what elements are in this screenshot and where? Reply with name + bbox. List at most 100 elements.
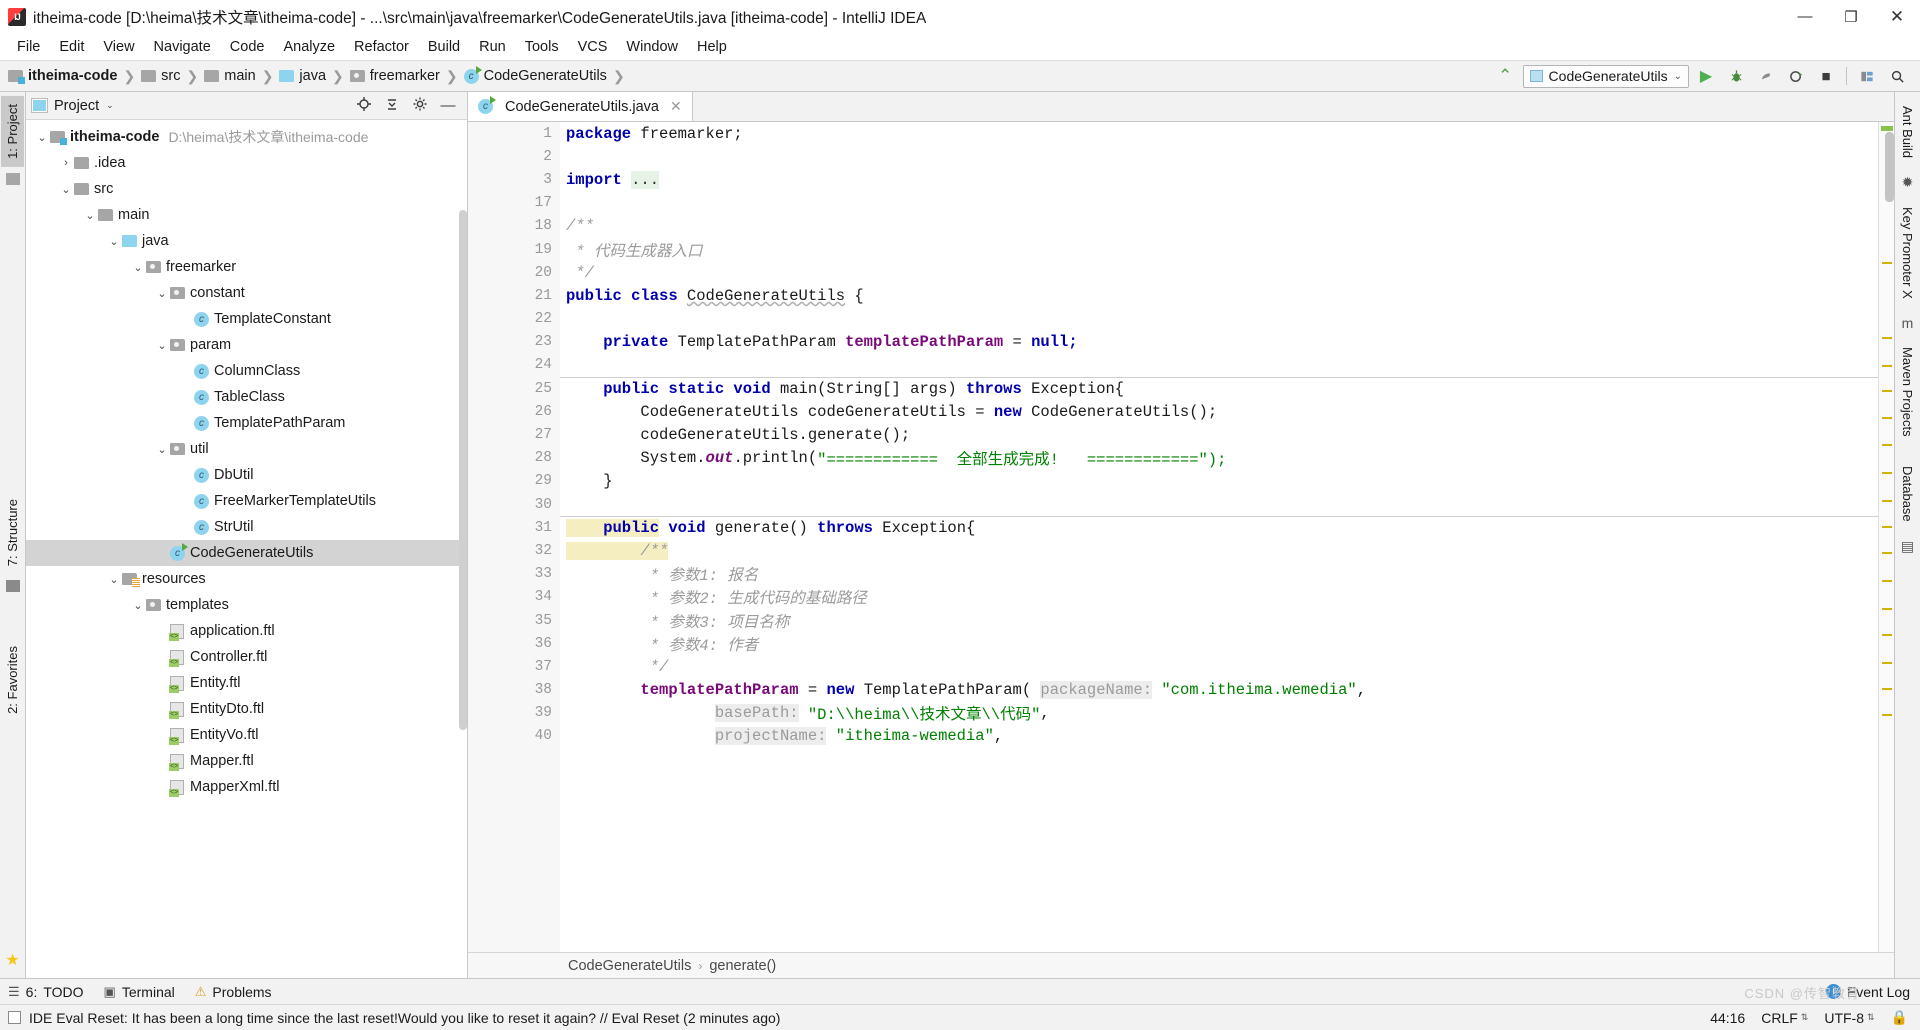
chevron-down-icon[interactable]: ⌄ bbox=[106, 100, 114, 111]
code-line[interactable]: public static void main(String[] args) t… bbox=[560, 377, 1878, 400]
tree-item--idea[interactable]: ›.idea bbox=[26, 150, 467, 176]
editor-breadcrumb-class[interactable]: CodeGenerateUtils bbox=[568, 958, 691, 974]
tool-window-terminal[interactable]: ▣ Terminal bbox=[104, 984, 175, 1000]
status-checkbox-icon[interactable] bbox=[8, 1011, 21, 1024]
code-line[interactable]: * 参数3: 项目名称 bbox=[560, 609, 1878, 632]
encoding-selector[interactable]: UTF-8 ⇅ bbox=[1824, 1010, 1874, 1026]
menu-help[interactable]: Help bbox=[688, 37, 736, 57]
tool-window-todo[interactable]: ☰ 6: TODO bbox=[8, 984, 84, 1000]
code-line[interactable]: basePath: "D:\\heima\\技术文章\\代码", bbox=[560, 702, 1878, 725]
menu-run[interactable]: Run bbox=[470, 37, 515, 57]
analysis-marker-bar[interactable] bbox=[1878, 122, 1894, 952]
project-folder-icon[interactable] bbox=[6, 173, 20, 185]
lock-icon[interactable]: 🔒 bbox=[1891, 1009, 1908, 1026]
chevron-down-icon[interactable]: ⌄ bbox=[106, 235, 122, 248]
editor-scrollbar[interactable] bbox=[1885, 132, 1894, 202]
code-line[interactable]: projectName: "itheima-wemedia", bbox=[560, 725, 1878, 748]
chevron-down-icon[interactable]: ⌄ bbox=[130, 261, 146, 274]
tree-item-resources[interactable]: ⌄resources bbox=[26, 566, 467, 592]
sidebar-item-maven-projects[interactable]: Maven Projects bbox=[1897, 339, 1918, 445]
code-line[interactable]: * 参数2: 生成代码的基础路径 bbox=[560, 586, 1878, 609]
chevron-down-icon[interactable]: ⌄ bbox=[106, 573, 122, 586]
chevron-down-icon[interactable]: ⌄ bbox=[82, 209, 98, 222]
tree-item-freemarkertemplateutils[interactable]: ·cFreeMarkerTemplateUtils bbox=[26, 488, 467, 514]
tree-item-templates[interactable]: ⌄templates bbox=[26, 592, 467, 618]
code-line[interactable]: /** bbox=[560, 539, 1878, 562]
sidebar-item-ant-build[interactable]: Ant Build bbox=[1897, 98, 1918, 166]
tree-item-templatepathparam[interactable]: ·cTemplatePathParam bbox=[26, 410, 467, 436]
code-editor[interactable]: 123+1718-1920⌐21▶22232425▶-26272829⌐3031… bbox=[468, 122, 1894, 952]
code-line[interactable]: * 参数4: 作者 bbox=[560, 632, 1878, 655]
tab-code-generate-utils[interactable]: c CodeGenerateUtils.java ✕ bbox=[468, 92, 693, 121]
code-line[interactable]: /** bbox=[560, 215, 1878, 238]
code-line[interactable] bbox=[560, 308, 1878, 331]
tree-item-tableclass[interactable]: ·cTableClass bbox=[26, 384, 467, 410]
code-line[interactable]: */ bbox=[560, 261, 1878, 284]
tree-item-application-ftl[interactable]: ·application.ftl bbox=[26, 618, 467, 644]
tree-item-entity-ftl[interactable]: ·Entity.ftl bbox=[26, 670, 467, 696]
menu-navigate[interactable]: Navigate bbox=[145, 37, 220, 57]
code-line[interactable]: private TemplatePathParam templatePathPa… bbox=[560, 331, 1878, 354]
hide-panel-icon[interactable]: — bbox=[439, 97, 457, 114]
menu-code[interactable]: Code bbox=[221, 37, 274, 57]
chevron-down-icon[interactable]: ⌄ bbox=[154, 287, 170, 300]
code-line[interactable]: codeGenerateUtils.generate(); bbox=[560, 423, 1878, 446]
tree-item-controller-ftl[interactable]: ·Controller.ftl bbox=[26, 644, 467, 670]
tree-item-src[interactable]: ⌄src bbox=[26, 176, 467, 202]
chevron-down-icon[interactable]: ⌄ bbox=[154, 339, 170, 352]
code-line[interactable]: import ... bbox=[560, 168, 1878, 191]
code-line[interactable]: */ bbox=[560, 655, 1878, 678]
tool-window-problems[interactable]: ⚠ Problems bbox=[195, 984, 272, 1000]
debug-icon[interactable] bbox=[1723, 64, 1749, 88]
sidebar-item-favorites[interactable]: 2: Favorites bbox=[1, 638, 24, 722]
code-content[interactable]: package freemarker; import ... /** * 代码生… bbox=[560, 122, 1878, 952]
tree-item-dbutil[interactable]: ·cDbUtil bbox=[26, 462, 467, 488]
tree-item-util[interactable]: ⌄util bbox=[26, 436, 467, 462]
code-line[interactable]: System.out.println("============ 全部生成完成!… bbox=[560, 447, 1878, 470]
tree-item-entityvo-ftl[interactable]: ·EntityVo.ftl bbox=[26, 722, 467, 748]
profiler-icon[interactable] bbox=[1783, 64, 1809, 88]
project-tree[interactable]: ⌄itheima-codeD:\heima\技术文章\itheima-code›… bbox=[26, 120, 467, 978]
breadcrumb-item-module[interactable]: itheima-code bbox=[6, 68, 119, 84]
project-scrollbar[interactable] bbox=[459, 210, 467, 730]
menu-window[interactable]: Window bbox=[617, 37, 687, 57]
code-line[interactable]: } bbox=[560, 470, 1878, 493]
chevron-down-icon[interactable]: ⌄ bbox=[154, 443, 170, 456]
search-icon[interactable] bbox=[1884, 64, 1910, 88]
caret-position[interactable]: 44:16 bbox=[1710, 1010, 1745, 1026]
tree-item-constant[interactable]: ⌄constant bbox=[26, 280, 467, 306]
stop-icon[interactable]: ■ bbox=[1813, 64, 1839, 88]
tree-item-columnclass[interactable]: ·cColumnClass bbox=[26, 358, 467, 384]
code-line[interactable] bbox=[560, 192, 1878, 215]
code-line[interactable]: public void generate() throws Exception{ bbox=[560, 516, 1878, 539]
code-line[interactable]: * 代码生成器入口 bbox=[560, 238, 1878, 261]
menu-vcs[interactable]: VCS bbox=[569, 37, 617, 57]
collapse-all-icon[interactable] bbox=[383, 96, 401, 116]
breadcrumb-item-main[interactable]: main bbox=[202, 68, 257, 84]
close-button[interactable]: ✕ bbox=[1874, 0, 1920, 34]
chevron-down-icon[interactable]: ⌄ bbox=[58, 183, 74, 196]
tree-item-mapperxml-ftl[interactable]: ·MapperXml.ftl bbox=[26, 774, 467, 800]
tree-item-freemarker[interactable]: ⌄freemarker bbox=[26, 254, 467, 280]
line-number-gutter[interactable]: 123+1718-1920⌐21▶22232425▶-26272829⌐3031… bbox=[468, 122, 560, 952]
tree-item-mapper-ftl[interactable]: ·Mapper.ftl bbox=[26, 748, 467, 774]
menu-build[interactable]: Build bbox=[419, 37, 469, 57]
menu-refactor[interactable]: Refactor bbox=[345, 37, 418, 57]
run-icon[interactable]: ▶ bbox=[1693, 64, 1719, 88]
tree-item-param[interactable]: ⌄param bbox=[26, 332, 467, 358]
menu-tools[interactable]: Tools bbox=[516, 37, 568, 57]
build-hammer-icon[interactable]: ⌃ bbox=[1492, 66, 1518, 86]
chevron-down-icon[interactable]: ⌄ bbox=[34, 131, 50, 144]
menu-analyze[interactable]: Analyze bbox=[274, 37, 344, 57]
gear-icon[interactable] bbox=[411, 96, 429, 116]
code-line[interactable] bbox=[560, 493, 1878, 516]
menu-file[interactable]: File bbox=[8, 37, 49, 57]
close-icon[interactable]: ✕ bbox=[670, 98, 682, 115]
breadcrumb-item-class[interactable]: c CodeGenerateUtils bbox=[462, 68, 609, 84]
breadcrumb-item-src[interactable]: src bbox=[139, 68, 182, 84]
code-line[interactable] bbox=[560, 354, 1878, 377]
sidebar-item-structure[interactable]: 7: Structure bbox=[1, 491, 24, 574]
chevron-down-icon[interactable]: ⌄ bbox=[130, 599, 146, 612]
tree-item-main[interactable]: ⌄main bbox=[26, 202, 467, 228]
minimize-button[interactable]: — bbox=[1782, 0, 1828, 34]
